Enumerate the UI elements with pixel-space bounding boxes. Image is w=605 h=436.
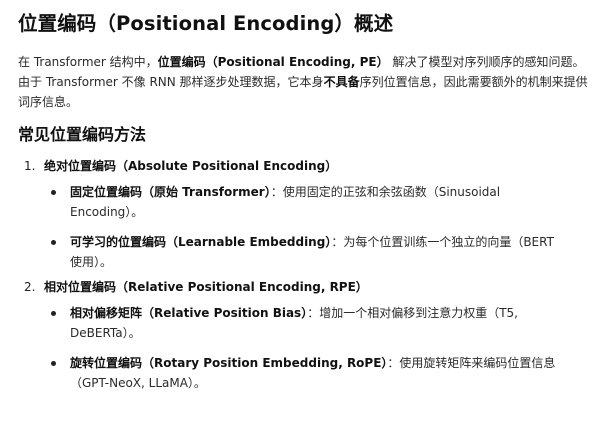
bullet-icon bbox=[51, 311, 56, 316]
intro-text-1: 在 Transformer 结构中， bbox=[18, 55, 158, 69]
category-title: 相对位置编码（Relative Positional Encoding, RPE… bbox=[44, 280, 368, 294]
sub-list: 相对偏移矩阵（Relative Position Bias）：增加一个相对偏移到… bbox=[44, 303, 591, 393]
document-page: 位置编码（Positional Encoding）概述 在 Transforme… bbox=[0, 0, 605, 436]
category-number: 1. bbox=[24, 159, 36, 173]
list-item: 相对偏移矩阵（Relative Position Bias）：增加一个相对偏移到… bbox=[44, 303, 559, 343]
section-heading: 常见位置编码方法 bbox=[18, 125, 147, 144]
list-item: 可学习的位置编码（Learnable Embedding）：为每个位置训练一个独… bbox=[44, 232, 559, 272]
category-relative: 2. 相对位置编码（Relative Positional Encoding, … bbox=[18, 277, 591, 393]
bullet-icon bbox=[51, 240, 56, 245]
item-title: 可学习的位置编码（Learnable Embedding） bbox=[70, 235, 332, 249]
item-title: 旋转位置编码（Rotary Position Embedding, RoPE） bbox=[70, 356, 388, 370]
methods-list: 1. 绝对位置编码（Absolute Positional Encoding） … bbox=[18, 156, 591, 393]
item-title: 相对偏移矩阵（Relative Position Bias） bbox=[70, 306, 308, 320]
intro-bold-pe: 位置编码（Positional Encoding, PE） bbox=[157, 55, 389, 69]
bullet-icon bbox=[51, 361, 56, 366]
bullet-icon bbox=[51, 190, 56, 195]
intro-bold-lacks: 不具备 bbox=[323, 75, 360, 89]
page-title: 位置编码（Positional Encoding）概述 bbox=[18, 12, 394, 35]
list-item: 旋转位置编码（Rotary Position Embedding, RoPE）：… bbox=[44, 353, 559, 393]
category-title: 绝对位置编码（Absolute Positional Encoding） bbox=[44, 159, 338, 173]
list-item: 固定位置编码（原始 Transformer）：使用固定的正弦和余弦函数（Sinu… bbox=[44, 182, 559, 222]
category-absolute: 1. 绝对位置编码（Absolute Positional Encoding） … bbox=[18, 156, 591, 272]
intro-paragraph: 在 Transformer 结构中，位置编码（Positional Encodi… bbox=[18, 52, 593, 112]
sub-list: 固定位置编码（原始 Transformer）：使用固定的正弦和余弦函数（Sinu… bbox=[44, 182, 591, 272]
item-title: 固定位置编码（原始 Transformer） bbox=[70, 185, 271, 199]
category-number: 2. bbox=[24, 280, 36, 294]
